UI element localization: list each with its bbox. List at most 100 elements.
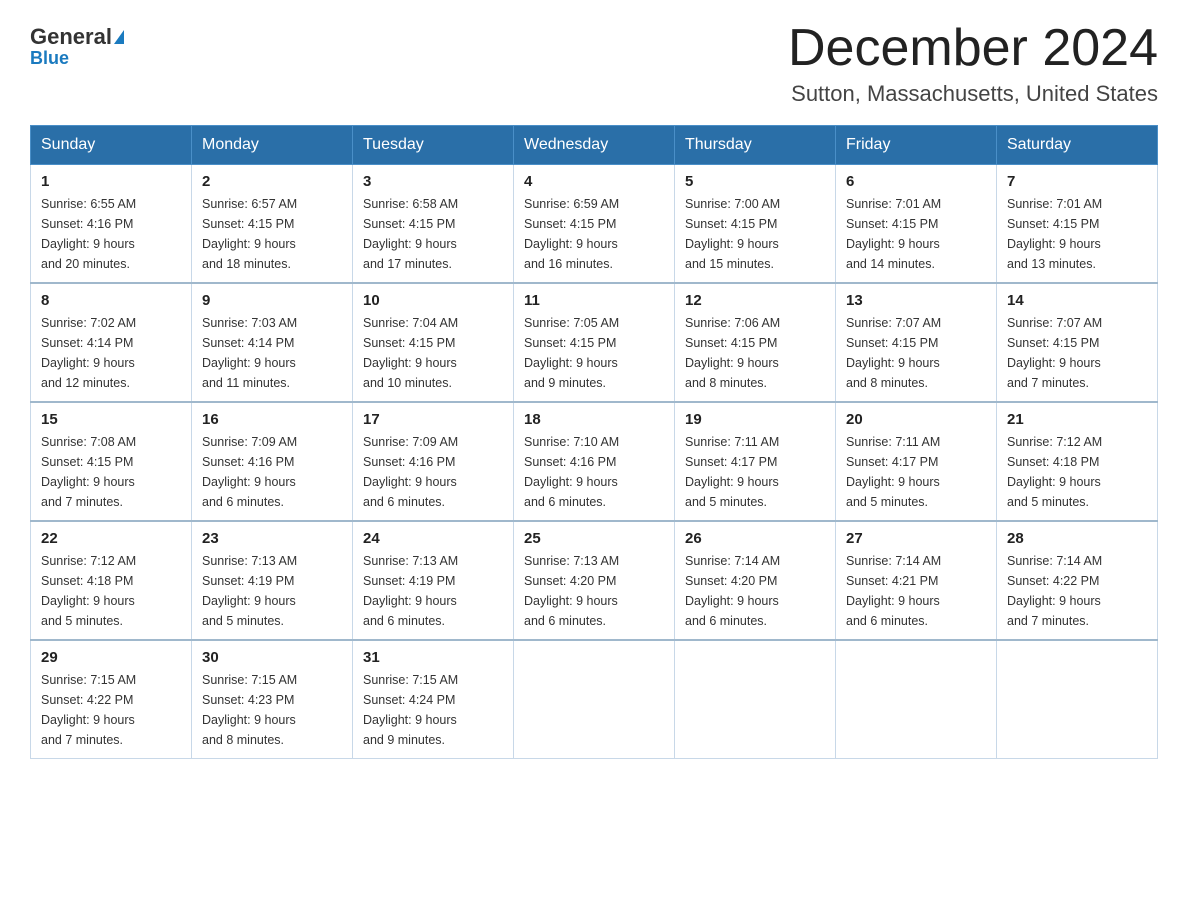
day-number: 6 <box>846 173 986 190</box>
day-number: 20 <box>846 411 986 428</box>
day-number: 7 <box>1007 173 1147 190</box>
logo-triangle-icon <box>114 30 124 44</box>
day-number: 30 <box>202 649 342 666</box>
day-number: 9 <box>202 292 342 309</box>
day-info: Sunrise: 7:09 AMSunset: 4:16 PMDaylight:… <box>363 432 503 512</box>
calendar-cell: 5Sunrise: 7:00 AMSunset: 4:15 PMDaylight… <box>675 165 836 284</box>
calendar-cell: 23 Sunrise: 7:13 AMSunset: 4:19 PMDayligh… <box>192 521 353 640</box>
day-number: 10 <box>363 292 503 309</box>
day-info: Sunrise: 7:05 AMSunset: 4:15 PMDaylight:… <box>524 313 664 393</box>
day-number: 21 <box>1007 411 1147 428</box>
day-info: Sunrise: 7:00 AMSunset: 4:15 PMDaylight:… <box>685 194 825 274</box>
day-number: 31 <box>363 649 503 666</box>
day-info: Sunrise: 7:09 AMSunset: 4:16 PMDaylight:… <box>202 432 342 512</box>
day-info: Sunrise: 7:14 AMSunset: 4:22 PMDaylight:… <box>1007 551 1147 631</box>
day-info: Sunrise: 7:03 AMSunset: 4:14 PMDaylight:… <box>202 313 342 393</box>
day-info: Sunrise: 7:13 AMSunset: 4:20 PMDaylight:… <box>524 551 664 631</box>
day-number: 28 <box>1007 530 1147 547</box>
calendar-cell: 24Sunrise: 7:13 AMSunset: 4:19 PMDayligh… <box>353 521 514 640</box>
calendar-cell <box>836 640 997 759</box>
calendar-cell: 2Sunrise: 6:57 AMSunset: 4:15 PMDaylight… <box>192 165 353 284</box>
day-number: 8 <box>41 292 181 309</box>
day-info: Sunrise: 6:58 AMSunset: 4:15 PMDaylight:… <box>363 194 503 274</box>
day-number: 1 <box>41 173 181 190</box>
day-number: 2 <box>202 173 342 190</box>
day-number: 17 <box>363 411 503 428</box>
day-of-week-header: Tuesday <box>353 126 514 165</box>
logo-blue-text: Blue <box>30 48 69 68</box>
day-info: Sunrise: 7:12 AMSunset: 4:18 PMDaylight:… <box>41 551 181 631</box>
day-info: Sunrise: 7:15 AMSunset: 4:23 PMDaylight:… <box>202 670 342 750</box>
day-info: Sunrise: 6:59 AMSunset: 4:15 PMDaylight:… <box>524 194 664 274</box>
calendar-cell <box>675 640 836 759</box>
day-info: Sunrise: 7:08 AMSunset: 4:15 PMDaylight:… <box>41 432 181 512</box>
day-number: 19 <box>685 411 825 428</box>
day-info: Sunrise: 7:07 AMSunset: 4:15 PMDaylight:… <box>1007 313 1147 393</box>
day-info: Sunrise: 7:13 AMSunset: 4:19 PMDaylight:… <box>363 551 503 631</box>
calendar-cell: 26Sunrise: 7:14 AMSunset: 4:20 PMDayligh… <box>675 521 836 640</box>
day-info: Sunrise: 7:01 AMSunset: 4:15 PMDaylight:… <box>1007 194 1147 274</box>
day-info: Sunrise: 7:07 AMSunset: 4:15 PMDaylight:… <box>846 313 986 393</box>
title-block: December 2024 Sutton, Massachusetts, Uni… <box>788 20 1158 107</box>
day-info: Sunrise: 7:11 AMSunset: 4:17 PMDaylight:… <box>846 432 986 512</box>
calendar-cell: 15 Sunrise: 7:08 AMSunset: 4:15 PMDayligh… <box>31 402 192 521</box>
day-number: 12 <box>685 292 825 309</box>
calendar-cell: 1 Sunrise: 6:55 AMSunset: 4:16 PMDaylight… <box>31 165 192 284</box>
day-number: 14 <box>1007 292 1147 309</box>
calendar-cell: 10 Sunrise: 7:04 AMSunset: 4:15 PMDayligh… <box>353 283 514 402</box>
day-number: 16 <box>202 411 342 428</box>
day-number: 23 <box>202 530 342 547</box>
calendar-body: 1 Sunrise: 6:55 AMSunset: 4:16 PMDaylight… <box>31 165 1158 759</box>
calendar-cell: 22Sunrise: 7:12 AMSunset: 4:18 PMDayligh… <box>31 521 192 640</box>
day-info: Sunrise: 7:14 AMSunset: 4:21 PMDaylight:… <box>846 551 986 631</box>
day-info: Sunrise: 7:11 AMSunset: 4:17 PMDaylight:… <box>685 432 825 512</box>
calendar-week-row: 1 Sunrise: 6:55 AMSunset: 4:16 PMDaylight… <box>31 165 1158 284</box>
calendar-cell: 3Sunrise: 6:58 AMSunset: 4:15 PMDaylight… <box>353 165 514 284</box>
calendar-cell: 31 Sunrise: 7:15 AMSunset: 4:24 PMDayligh… <box>353 640 514 759</box>
day-info: Sunrise: 7:12 AMSunset: 4:18 PMDaylight:… <box>1007 432 1147 512</box>
day-info: Sunrise: 7:06 AMSunset: 4:15 PMDaylight:… <box>685 313 825 393</box>
day-info: Sunrise: 7:13 AMSunset: 4:19 PMDaylight:… <box>202 551 342 631</box>
calendar-cell <box>997 640 1158 759</box>
day-of-week-header: Friday <box>836 126 997 165</box>
page-title: December 2024 <box>788 20 1158 77</box>
day-number: 26 <box>685 530 825 547</box>
calendar-cell: 16 Sunrise: 7:09 AMSunset: 4:16 PMDayligh… <box>192 402 353 521</box>
calendar-cell: 30 Sunrise: 7:15 AMSunset: 4:23 PMDayligh… <box>192 640 353 759</box>
calendar-cell: 11 Sunrise: 7:05 AMSunset: 4:15 PMDayligh… <box>514 283 675 402</box>
calendar-cell: 17 Sunrise: 7:09 AMSunset: 4:16 PMDayligh… <box>353 402 514 521</box>
calendar-week-row: 29Sunrise: 7:15 AMSunset: 4:22 PMDayligh… <box>31 640 1158 759</box>
day-number: 27 <box>846 530 986 547</box>
calendar-cell: 25 Sunrise: 7:13 AMSunset: 4:20 PMDayligh… <box>514 521 675 640</box>
calendar-cell: 14 Sunrise: 7:07 AMSunset: 4:15 PMDayligh… <box>997 283 1158 402</box>
day-number: 25 <box>524 530 664 547</box>
day-of-week-header: Monday <box>192 126 353 165</box>
calendar-cell: 13 Sunrise: 7:07 AMSunset: 4:15 PMDayligh… <box>836 283 997 402</box>
day-info: Sunrise: 7:01 AMSunset: 4:15 PMDaylight:… <box>846 194 986 274</box>
day-number: 15 <box>41 411 181 428</box>
day-number: 11 <box>524 292 664 309</box>
day-of-week-header: Saturday <box>997 126 1158 165</box>
day-info: Sunrise: 7:04 AMSunset: 4:15 PMDaylight:… <box>363 313 503 393</box>
calendar-table: SundayMondayTuesdayWednesdayThursdayFrid… <box>30 125 1158 759</box>
calendar-cell: 27 Sunrise: 7:14 AMSunset: 4:21 PMDayligh… <box>836 521 997 640</box>
day-of-week-header: Sunday <box>31 126 192 165</box>
calendar-week-row: 8 Sunrise: 7:02 AMSunset: 4:14 PMDaylight… <box>31 283 1158 402</box>
day-number: 4 <box>524 173 664 190</box>
days-of-week-row: SundayMondayTuesdayWednesdayThursdayFrid… <box>31 126 1158 165</box>
day-info: Sunrise: 7:10 AMSunset: 4:16 PMDaylight:… <box>524 432 664 512</box>
logo: General Blue <box>30 20 124 69</box>
calendar-cell: 19 Sunrise: 7:11 AMSunset: 4:17 PMDayligh… <box>675 402 836 521</box>
calendar-cell: 28 Sunrise: 7:14 AMSunset: 4:22 PMDayligh… <box>997 521 1158 640</box>
day-info: Sunrise: 6:55 AMSunset: 4:16 PMDaylight:… <box>41 194 181 274</box>
logo-general-text: General <box>30 26 112 48</box>
day-info: Sunrise: 7:02 AMSunset: 4:14 PMDaylight:… <box>41 313 181 393</box>
calendar-cell: 29Sunrise: 7:15 AMSunset: 4:22 PMDayligh… <box>31 640 192 759</box>
day-number: 29 <box>41 649 181 666</box>
day-info: Sunrise: 7:15 AMSunset: 4:24 PMDaylight:… <box>363 670 503 750</box>
day-of-week-header: Wednesday <box>514 126 675 165</box>
calendar-week-row: 15 Sunrise: 7:08 AMSunset: 4:15 PMDayligh… <box>31 402 1158 521</box>
day-of-week-header: Thursday <box>675 126 836 165</box>
calendar-header: SundayMondayTuesdayWednesdayThursdayFrid… <box>31 126 1158 165</box>
day-number: 13 <box>846 292 986 309</box>
